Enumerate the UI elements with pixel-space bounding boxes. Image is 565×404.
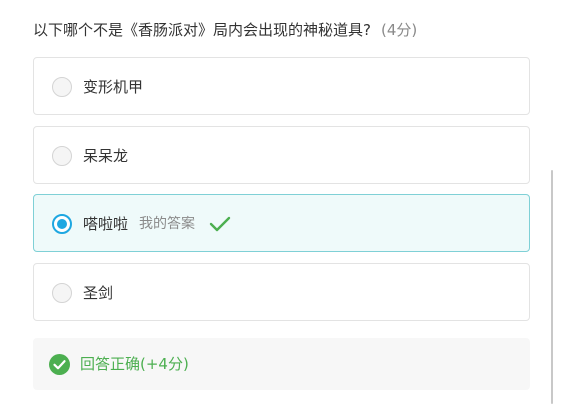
result-text: 回答正确(+4分) <box>80 355 189 373</box>
result-banner: 回答正确(+4分) <box>33 338 530 390</box>
option-1[interactable]: 变形机甲 <box>33 57 530 115</box>
option-4[interactable]: 圣剑 <box>33 263 530 321</box>
check-icon <box>209 216 231 232</box>
option-2[interactable]: 呆呆龙 <box>33 126 530 184</box>
option-label: 嗒啦啦 <box>83 215 129 233</box>
option-label: 呆呆龙 <box>83 147 129 165</box>
radio-button[interactable] <box>52 146 72 166</box>
radio-button[interactable] <box>52 77 72 97</box>
check-circle-icon <box>49 354 70 375</box>
question-text: 以下哪个不是《香肠派对》局内会出现的神秘道具? <box>33 21 371 39</box>
radio-button[interactable] <box>52 283 72 303</box>
option-label: 圣剑 <box>83 284 114 302</box>
radio-button-selected[interactable] <box>52 214 72 234</box>
question-score: (4分) <box>380 21 418 39</box>
question-title: 以下哪个不是《香肠派对》局内会出现的神秘道具? (4分) <box>33 19 417 41</box>
scrollbar-thumb[interactable] <box>551 170 553 404</box>
my-answer-tag: 我的答案 <box>139 216 195 232</box>
option-3[interactable]: 嗒啦啦 我的答案 <box>33 194 530 252</box>
option-label: 变形机甲 <box>83 78 144 96</box>
